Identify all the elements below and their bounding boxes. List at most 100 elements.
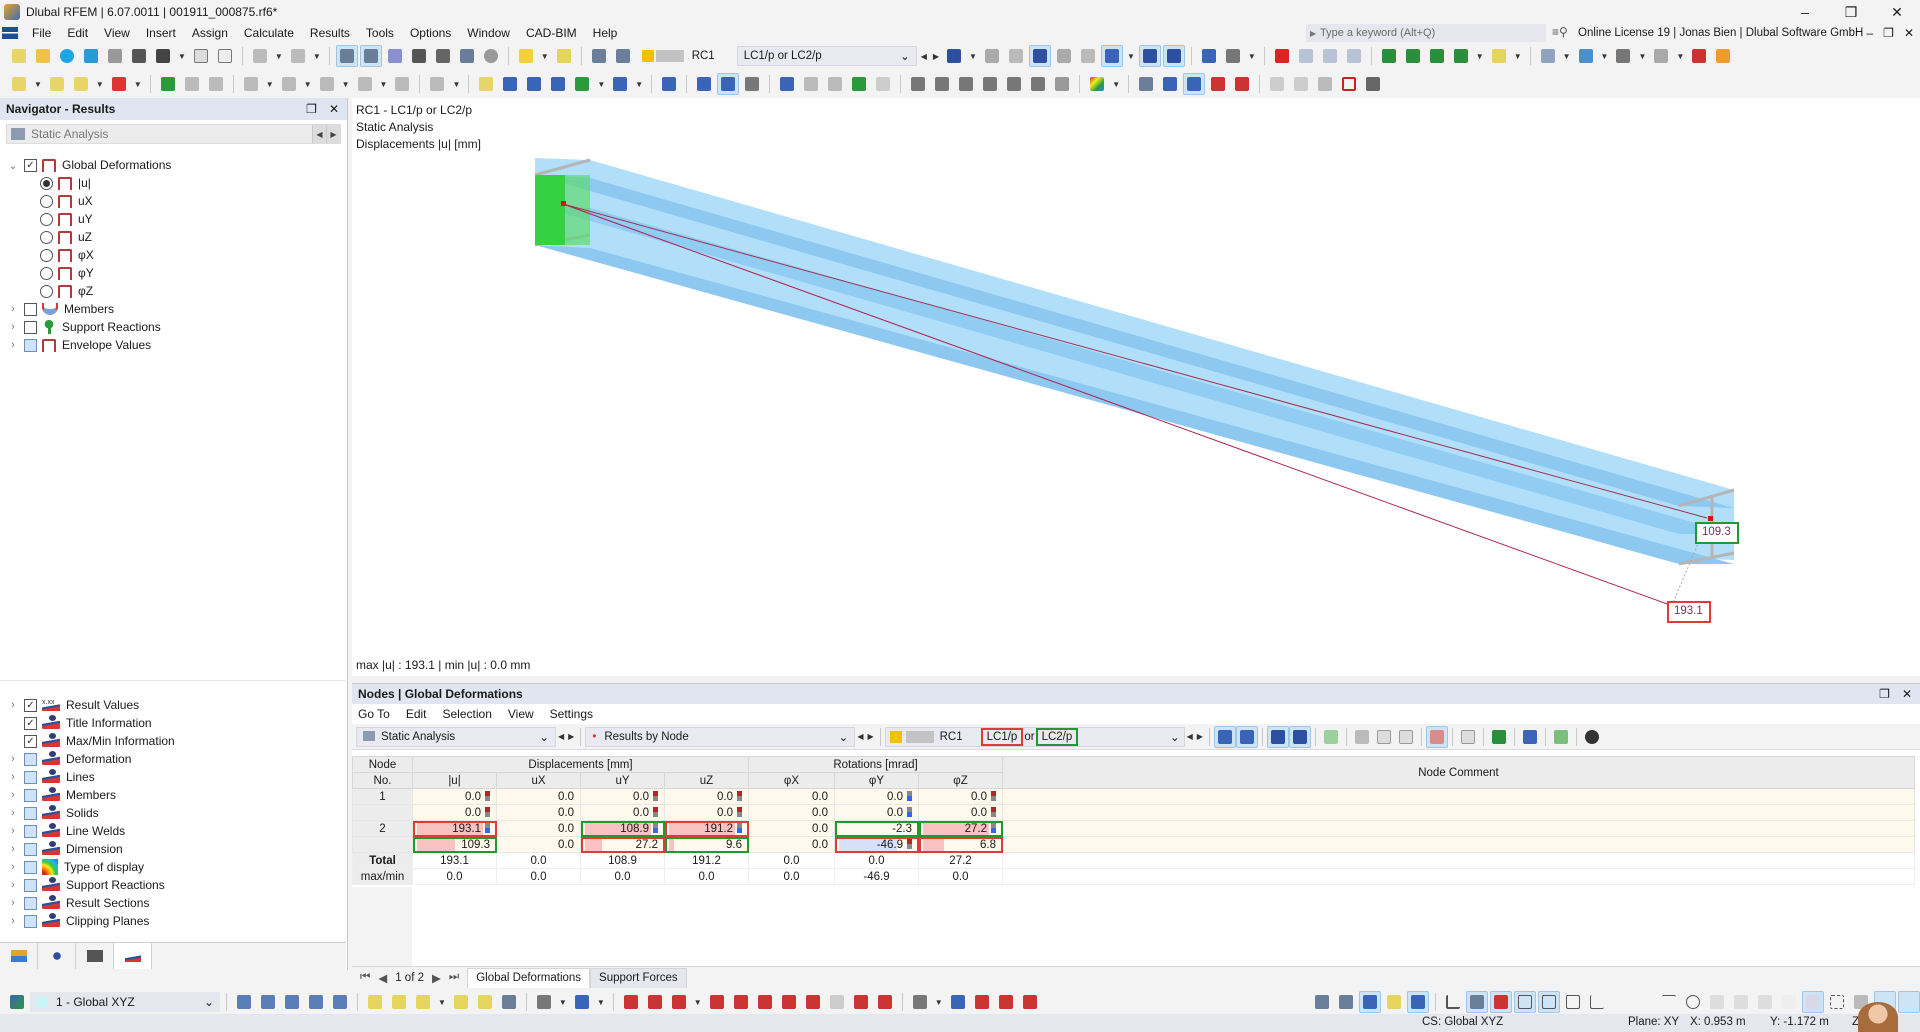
checkbox-partial[interactable]: [24, 914, 37, 928]
first-page-icon[interactable]: ⏮: [360, 971, 370, 984]
tree-item-dimension[interactable]: › Dimension: [0, 840, 346, 858]
menu-edit[interactable]: Edit: [59, 26, 96, 40]
cell-uy[interactable]: 27.2: [580, 836, 665, 853]
checkbox-partial[interactable]: [24, 842, 37, 856]
imposed-load-icon[interactable]: [571, 73, 593, 95]
snap-icon[interactable]: [693, 73, 715, 95]
undo-dropdown-icon[interactable]: ▼: [275, 52, 283, 61]
save-icon[interactable]: [128, 45, 150, 67]
table-view-icon[interactable]: [1135, 73, 1157, 95]
polyline-dropdown-icon[interactable]: ▼: [134, 80, 142, 89]
tree-item-support-reactions-display[interactable]: › Support Reactions: [0, 876, 346, 894]
tree-item-uz[interactable]: uZ: [0, 228, 346, 246]
tree-item-title-information[interactable]: ✓ Title Information: [0, 714, 346, 732]
dimension-arc-icon[interactable]: [412, 991, 434, 1013]
cell-uy[interactable]: 0.0: [580, 804, 665, 821]
results-menu-goto[interactable]: Go To: [358, 707, 390, 721]
render-icon[interactable]: [1488, 45, 1510, 67]
clear-icon[interactable]: [1338, 73, 1360, 95]
line-load-icon[interactable]: [523, 73, 545, 95]
section-dropdown-icon[interactable]: ▼: [1676, 52, 1684, 61]
new-polyline-icon[interactable]: [108, 73, 130, 95]
view-iso-icon[interactable]: [233, 991, 255, 1013]
minimize-button[interactable]: –: [1782, 0, 1828, 24]
display-model-dropdown-icon[interactable]: ▼: [1563, 52, 1571, 61]
select-polygon-icon[interactable]: [515, 45, 537, 67]
decimal-places-icon[interactable]: [1550, 726, 1572, 748]
free-load-dropdown-icon[interactable]: ▼: [635, 80, 643, 89]
polygon-icon[interactable]: [850, 991, 872, 1013]
expand-icon[interactable]: ›: [6, 825, 20, 837]
copy-icon[interactable]: [931, 73, 953, 95]
license-search-icon[interactable]: ≡⚲: [1552, 25, 1568, 39]
menu-cad-bim[interactable]: CAD-BIM: [518, 26, 585, 40]
axis-y-icon[interactable]: [1402, 45, 1424, 67]
cell-u-abs[interactable]: 0.0: [412, 788, 497, 805]
tree-item-global-deformations[interactable]: ⌄ ✓ Global Deformations: [0, 156, 346, 174]
table-export-icon[interactable]: [1373, 726, 1395, 748]
results-analysis-prev-icon[interactable]: ◀: [558, 732, 564, 741]
support-icon[interactable]: [480, 45, 502, 67]
info-icon[interactable]: [553, 45, 575, 67]
checkbox-partial[interactable]: [24, 752, 37, 766]
excel-export-icon[interactable]: [1488, 726, 1510, 748]
mdi-restore-button[interactable]: ❐: [1883, 26, 1894, 40]
menu-window[interactable]: Window: [459, 26, 518, 40]
expand-icon[interactable]: ›: [6, 339, 20, 351]
navigator-next-icon[interactable]: ▶: [326, 125, 340, 143]
radio-unselected[interactable]: [40, 194, 53, 208]
line-parallel-icon[interactable]: [620, 991, 642, 1013]
new-model-icon[interactable]: [8, 45, 30, 67]
coordinate-system-icon[interactable]: [6, 991, 28, 1013]
visibility-icon[interactable]: [1266, 73, 1288, 95]
line-angle-icon[interactable]: [644, 991, 666, 1013]
table-import-icon[interactable]: [1395, 726, 1417, 748]
show-values-icon[interactable]: [1288, 725, 1311, 748]
results-menu-selection[interactable]: Selection: [443, 707, 492, 721]
checkbox-unchecked[interactable]: [24, 302, 37, 316]
view-xy-icon[interactable]: [305, 991, 327, 1013]
axis-z-icon[interactable]: [1426, 45, 1448, 67]
cloud-icon[interactable]: [56, 45, 78, 67]
snap-intersect-icon[interactable]: [1754, 991, 1776, 1013]
rotate-icon[interactable]: [955, 73, 977, 95]
result-label-green[interactable]: 109.3: [1702, 526, 1731, 538]
result-values-icon[interactable]: [1053, 45, 1075, 67]
menu-results[interactable]: Results: [302, 26, 358, 40]
snap-circle-icon[interactable]: [1682, 991, 1704, 1013]
view-front-icon[interactable]: [1319, 45, 1341, 67]
tab-support-forces[interactable]: Support Forces: [590, 967, 687, 988]
solid-icon[interactable]: [278, 73, 300, 95]
member-load-icon[interactable]: [499, 73, 521, 95]
snap-surface-icon[interactable]: [1407, 991, 1429, 1013]
dimension-dropdown-icon[interactable]: ▼: [1638, 52, 1646, 61]
show-results-icon[interactable]: [1028, 45, 1051, 67]
axis-x-icon[interactable]: [1378, 45, 1400, 67]
center-view-icon[interactable]: [1159, 73, 1181, 95]
expand-icon[interactable]: ›: [6, 789, 20, 801]
webservice-icon[interactable]: [80, 45, 102, 67]
line-dropdown-icon[interactable]: ▼: [694, 998, 702, 1007]
solid-dropdown-icon[interactable]: ▼: [304, 80, 312, 89]
menu-calculate[interactable]: Calculate: [236, 26, 302, 40]
checkbox-unchecked[interactable]: [24, 320, 37, 334]
mirror-view-icon[interactable]: [1290, 73, 1312, 95]
dimension-angle-icon[interactable]: [388, 991, 410, 1013]
view-iso-icon[interactable]: [1295, 45, 1317, 67]
navigator-float-icon[interactable]: ❐: [306, 102, 317, 116]
help-icon[interactable]: [1581, 726, 1603, 748]
checkbox-partial[interactable]: [24, 860, 37, 874]
cell-comment[interactable]: [1002, 788, 1915, 805]
menu-view[interactable]: View: [96, 26, 138, 40]
block-manager-icon[interactable]: [104, 45, 126, 67]
redo-dropdown-icon[interactable]: ▼: [313, 52, 321, 61]
block-dropdown-icon[interactable]: ▼: [380, 80, 388, 89]
pin-icon[interactable]: [1898, 991, 1920, 1013]
table-row[interactable]: 1 0.0 0.0 0.0 0.0 0.0 0.0 0.0: [352, 788, 1915, 805]
color-scale-dropdown-icon[interactable]: ▼: [1112, 80, 1120, 89]
nodal-load-icon[interactable]: [475, 73, 497, 95]
new-line-icon[interactable]: [46, 73, 68, 95]
cell-ux[interactable]: 0.0: [496, 804, 581, 821]
cell-phiy[interactable]: -46.9: [834, 836, 919, 853]
cell-phix[interactable]: 0.0: [748, 804, 835, 821]
